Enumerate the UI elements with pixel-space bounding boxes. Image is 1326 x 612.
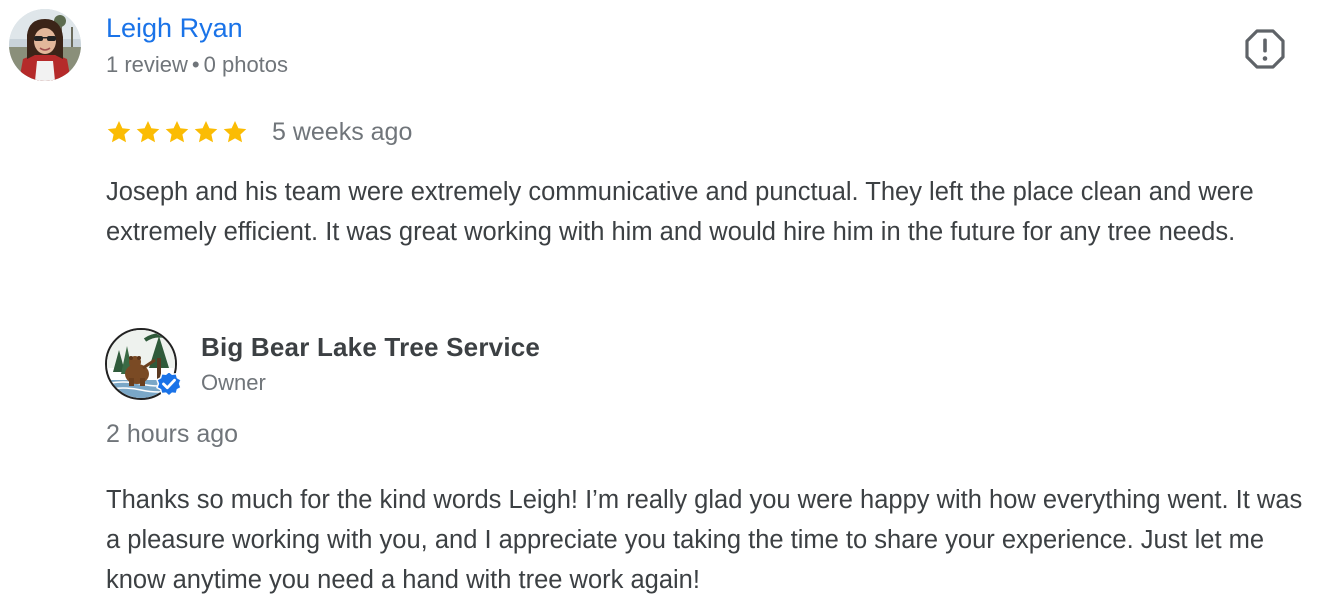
review-date: 5 weeks ago xyxy=(272,117,413,146)
reviewer-avatar-photo-icon xyxy=(9,9,81,81)
review-count: 1 review xyxy=(106,52,188,77)
response-date: 2 hours ago xyxy=(106,420,239,448)
star-icon xyxy=(136,120,160,143)
owner-logo[interactable] xyxy=(105,328,182,400)
owner-response-text: Thanks so much for the kind words Leigh!… xyxy=(106,486,1303,594)
reviewer-name-link[interactable]: Leigh Ryan xyxy=(106,13,243,44)
star-icon xyxy=(223,120,247,143)
review-text: Joseph and his team were extremely commu… xyxy=(106,178,1254,246)
star-rating xyxy=(106,119,248,145)
meta-separator: • xyxy=(191,52,200,77)
reviewer-avatar[interactable] xyxy=(9,9,81,81)
flag-report-icon xyxy=(1245,29,1285,69)
rating-row: 5 weeks ago xyxy=(106,115,412,149)
reviewer-meta: 1 review • 0 photos xyxy=(106,52,288,78)
owner-role-label: Owner xyxy=(201,370,266,395)
star-icon xyxy=(165,120,189,143)
verified-badge-icon xyxy=(156,370,182,397)
report-review-button[interactable] xyxy=(1244,28,1286,70)
star-icon xyxy=(194,120,218,143)
photo-count: 0 photos xyxy=(203,52,289,77)
owner-name: Big Bear Lake Tree Service xyxy=(201,332,541,362)
star-icon xyxy=(107,120,131,143)
